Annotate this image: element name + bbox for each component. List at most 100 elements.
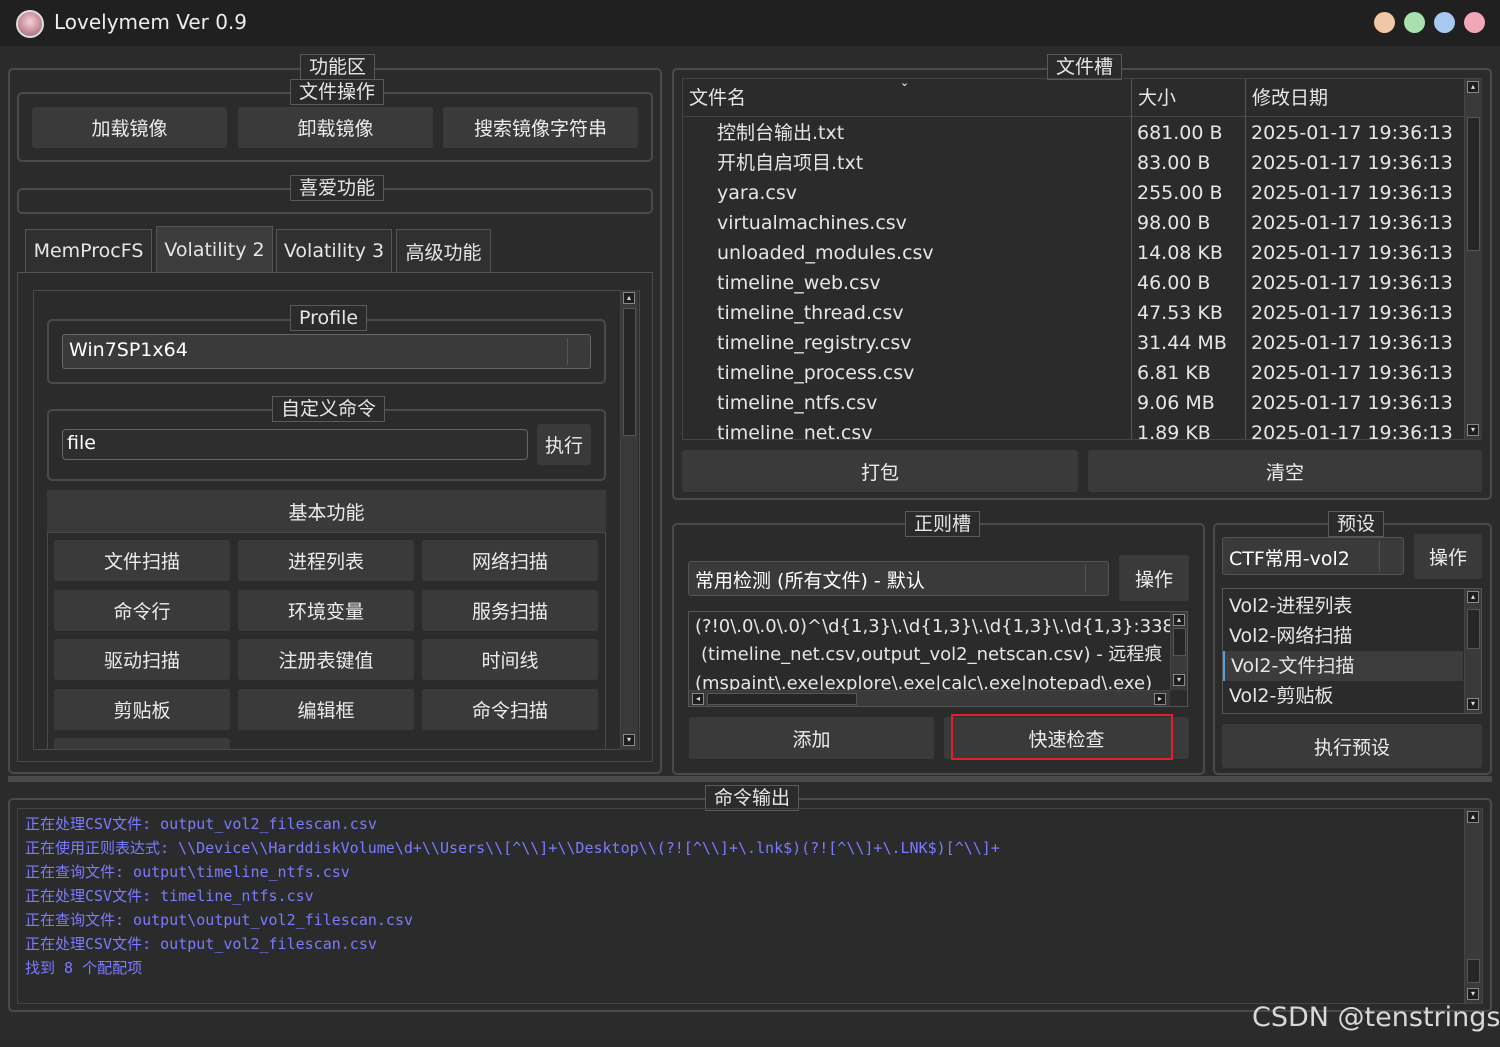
basic-func-button[interactable]: 编辑框 [238, 688, 414, 730]
search-strings-button[interactable]: 搜索镜像字符串 [443, 107, 638, 148]
file-row[interactable]: 控制台输出.txt 681.00 B 2025-01-17 19:36:13 [683, 118, 1463, 148]
scroll-down-icon[interactable]: ▾ [1467, 988, 1479, 1000]
regex-select-value: 常用检测 (所有文件) - 默认 [695, 570, 925, 592]
basic-func-button[interactable]: 时间线 [422, 639, 598, 680]
splitter[interactable] [8, 776, 1492, 782]
select-divider [567, 338, 568, 365]
regex-ops-button[interactable]: 操作 [1119, 555, 1189, 601]
scroll-up-icon[interactable]: ▴ [1173, 614, 1185, 626]
file-name: virtualmachines.csv [717, 212, 907, 234]
favorites-label: 喜爱功能 [290, 175, 385, 201]
scroll-thumb[interactable] [1173, 628, 1186, 656]
file-table-scrollbar[interactable]: ▴ ▾ [1464, 79, 1482, 439]
add-regex-button[interactable]: 添加 [689, 717, 934, 759]
output-scrollbar[interactable]: ▴ ▾ [1464, 809, 1482, 1003]
window-dot-3-icon[interactable] [1434, 12, 1455, 33]
file-row[interactable]: 开机自启项目.txt 83.00 B 2025-01-17 19:36:13 [683, 148, 1463, 178]
basic-func-button[interactable]: 命令扫描 [422, 688, 598, 730]
scroll-down-icon[interactable]: ▾ [623, 734, 635, 746]
basic-func-button[interactable]: 环境变量 [238, 589, 414, 631]
scroll-left-icon[interactable]: ◂ [692, 693, 704, 705]
file-row[interactable]: timeline_web.csv 46.00 B 2025-01-17 19:36:… [683, 268, 1463, 298]
select-divider [1085, 565, 1086, 592]
tab-volatility3[interactable]: Volatility 3 [276, 229, 392, 272]
file-row[interactable]: timeline_net.csv 1.89 KB 2025-01-17 19:36:… [683, 418, 1463, 439]
quick-check-button[interactable]: 快速检查 [944, 714, 1189, 760]
regex-h-scrollbar[interactable]: ◂ ▸ [689, 690, 1170, 706]
file-row[interactable]: timeline_registry.csv 31.44 MB 2025-01-17 … [683, 328, 1463, 358]
file-name: timeline_process.csv [717, 362, 915, 384]
preset-item[interactable]: Vol2-进程列表 [1223, 591, 1463, 621]
tab-advanced[interactable]: 高级功能 [396, 229, 491, 272]
scroll-thumb[interactable] [1467, 117, 1480, 251]
regex-item[interactable]: (timeline_net.csv,output_vol2_netscan.cs… [701, 640, 1171, 670]
preset-item[interactable]: Vol2-剪贴板 [1223, 681, 1463, 711]
scroll-thumb[interactable] [707, 693, 857, 705]
clear-button[interactable]: 清空 [1088, 450, 1482, 492]
scroll-thumb[interactable] [1467, 959, 1480, 983]
preset-item[interactable]: Vol2-网络扫描 [1223, 621, 1463, 651]
file-slot-label: 文件槽 [1047, 54, 1123, 80]
basic-func-button[interactable]: 进程列表 [238, 540, 414, 581]
basic-func-button[interactable]: 服务扫描 [422, 589, 598, 631]
scroll-thumb[interactable] [623, 308, 636, 436]
col-size-header[interactable]: 大小 [1138, 83, 1176, 113]
scroll-down-icon[interactable]: ▾ [1467, 698, 1479, 710]
scroll-up-icon[interactable]: ▴ [1467, 811, 1479, 823]
preset-ops-button[interactable]: 操作 [1414, 534, 1482, 579]
file-row[interactable]: timeline_ntfs.csv 9.06 MB 2025-01-17 19:36… [683, 388, 1463, 418]
preset-select[interactable]: CTF常用-vol2 [1222, 537, 1404, 575]
preset-list[interactable]: Vol2-进程列表 Vol2-网络扫描 Vol2-文件扫描 Vol2-剪贴板 ▴ ▾ [1222, 588, 1482, 714]
preset-scrollbar[interactable]: ▴ ▾ [1464, 589, 1481, 713]
scroll-thumb[interactable] [1467, 609, 1480, 649]
pack-button[interactable]: 打包 [682, 450, 1078, 492]
basic-func-header[interactable]: 基本功能 [47, 490, 606, 532]
file-row[interactable]: timeline_thread.csv 47.53 KB 2025-01-17 19… [683, 298, 1463, 328]
file-size: 255.00 B [1137, 182, 1223, 204]
scroll-up-icon[interactable]: ▴ [1467, 591, 1479, 603]
basic-func-button[interactable]: 剪贴板 [54, 688, 230, 730]
scroll-right-icon[interactable]: ▸ [1154, 693, 1166, 705]
regex-select[interactable]: 常用检测 (所有文件) - 默认 [688, 561, 1109, 596]
window-dot-1-icon[interactable] [1374, 12, 1395, 33]
tab-volatility2[interactable]: Volatility 2 [156, 226, 273, 272]
file-name: 开机自启项目.txt [717, 152, 864, 174]
file-date: 2025-01-17 19:36:13 [1251, 362, 1453, 384]
scroll-up-icon[interactable]: ▴ [1467, 81, 1479, 93]
file-row[interactable]: yara.csv 255.00 B 2025-01-17 19:36:13 [683, 178, 1463, 208]
profile-select[interactable]: Win7SP1x64 [62, 334, 591, 369]
output-text[interactable]: 正在处理CSV文件: output_vol2_filescan.csv 正在使用正… [17, 808, 1483, 1004]
basic-func-button[interactable]: 注册表键值 [238, 639, 414, 680]
col-date-header[interactable]: 修改日期 [1252, 83, 1328, 113]
regex-list[interactable]: (?!0\.0\.0\.0)^\d{1,3}\.\d{1,3}\.\d{1,3}… [688, 611, 1188, 707]
tab-memprocfs[interactable]: MemProcFS [25, 229, 152, 272]
load-image-button[interactable]: 加载镜像 [32, 107, 227, 148]
file-row[interactable]: unloaded_modules.csv 14.08 KB 2025-01-17 1… [683, 238, 1463, 268]
window-dot-2-icon[interactable] [1404, 12, 1425, 33]
unload-image-button[interactable]: 卸载镜像 [238, 107, 433, 148]
custom-cmd-input[interactable]: file [62, 429, 528, 460]
regex-item[interactable]: (?!0\.0\.0\.0)^\d{1,3}\.\d{1,3}\.\d{1,3}… [695, 612, 1171, 642]
file-date: 2025-01-17 19:36:13 [1251, 332, 1453, 354]
scroll-down-icon[interactable]: ▾ [1467, 424, 1479, 436]
exec-preset-button[interactable]: 执行预设 [1222, 724, 1482, 768]
scroll-up-icon[interactable]: ▴ [623, 292, 635, 304]
file-size: 9.06 MB [1137, 392, 1215, 414]
file-ops-label: 文件操作 [290, 79, 385, 105]
exec-cmd-button[interactable]: 执行 [537, 424, 591, 465]
file-row[interactable]: virtualmachines.csv 98.00 B 2025-01-17 19:… [683, 208, 1463, 238]
profile-label: Profile [290, 305, 368, 331]
basic-func-button[interactable]: 命令行 [54, 589, 230, 631]
vol2-scrollbar[interactable]: ▴ ▾ [620, 290, 638, 750]
basic-func-button[interactable]: 网络扫描 [422, 540, 598, 581]
basic-func-button[interactable]: 驱动扫描 [54, 639, 230, 680]
title-bar: Lovelymem Ver 0.9 [0, 0, 1500, 46]
col-name-header[interactable]: 文件名 [689, 83, 746, 113]
scroll-down-icon[interactable]: ▾ [1173, 674, 1185, 686]
preset-item[interactable]: Vol2-文件扫描 [1223, 651, 1463, 681]
regex-v-scrollbar[interactable]: ▴ ▾ [1170, 612, 1187, 690]
window-dot-4-icon[interactable] [1464, 12, 1485, 33]
basic-func-button[interactable]: 文件扫描 [54, 540, 230, 581]
file-row[interactable]: timeline_process.csv 6.81 KB 2025-01-17 19… [683, 358, 1463, 388]
basic-func-button[interactable]: 其他扫描 [54, 738, 230, 749]
